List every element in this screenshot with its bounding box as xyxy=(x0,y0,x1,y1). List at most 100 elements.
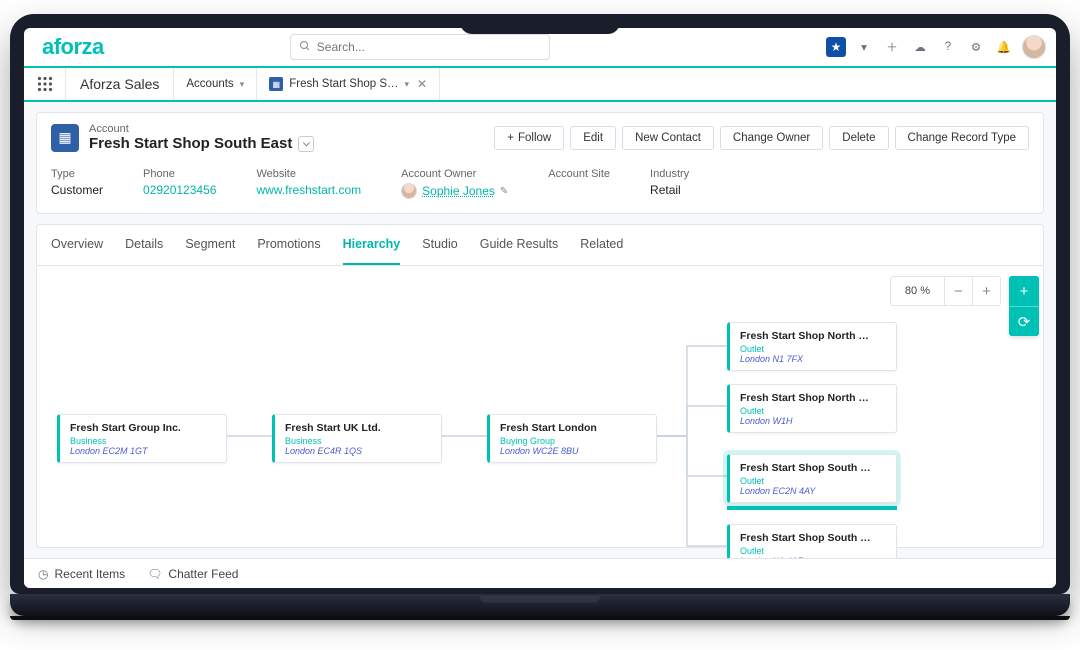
clock-icon: ◷ xyxy=(38,567,48,581)
delete-button[interactable]: Delete xyxy=(829,126,888,150)
tab-related[interactable]: Related xyxy=(580,225,623,265)
field-label-phone: Phone xyxy=(143,168,216,180)
field-value-owner[interactable]: Sophie Jones xyxy=(422,184,495,198)
user-avatar[interactable] xyxy=(1022,35,1046,59)
settings-gear-icon[interactable]: ⚙ xyxy=(966,37,986,57)
node-location: London W1H xyxy=(740,416,886,426)
change-record-type-button[interactable]: Change Record Type xyxy=(895,126,1029,150)
detail-tabs-card: Overview Details Segment Promotions Hier… xyxy=(36,224,1044,548)
change-owner-button[interactable]: Change Owner xyxy=(720,126,823,150)
node-location: London N1 4AZ xyxy=(740,556,886,558)
hierarchy-node[interactable]: Fresh Start UK Ltd. Business London EC4R… xyxy=(272,414,442,463)
node-location: London EC4R 1QS xyxy=(285,446,431,456)
field-label-website: Website xyxy=(256,168,361,180)
salescloud-icon[interactable]: ☁ xyxy=(910,37,930,57)
recent-items-button[interactable]: ◷ Recent Items xyxy=(38,567,125,581)
brand-logo: aforza xyxy=(34,34,112,60)
nav-tab-record[interactable]: ▦ Fresh Start Shop S… ▾ ✕ xyxy=(257,68,440,100)
app-name: Aforza Sales xyxy=(66,68,174,100)
field-label-type: Type xyxy=(51,168,103,180)
hierarchy-icon[interactable]: ⌵ xyxy=(298,136,314,152)
page-title: Fresh Start Shop South East ⌵ xyxy=(89,135,314,152)
chevron-down-icon[interactable]: ▾ xyxy=(405,79,410,90)
plus-icon: + xyxy=(507,132,514,144)
hierarchy-node[interactable]: Fresh Start London Buying Group London W… xyxy=(487,414,657,463)
node-location: London EC2M 1GT xyxy=(70,446,216,456)
zoom-in-button[interactable]: + xyxy=(972,277,1000,305)
account-icon: ▦ xyxy=(269,77,283,91)
tab-overview[interactable]: Overview xyxy=(51,225,103,265)
edit-button[interactable]: Edit xyxy=(570,126,616,150)
search-input[interactable] xyxy=(317,40,541,54)
header-actions: ★ ▾ ＋ ☁ ? ⚙ 🔔 xyxy=(826,35,1046,59)
page-body: ▦ Account Fresh Start Shop South East ⌵ … xyxy=(24,102,1056,558)
node-title: Fresh Start Shop South … xyxy=(740,532,886,544)
node-location: London N1 7FX xyxy=(740,354,886,364)
field-value-website[interactable]: www.freshstart.com xyxy=(256,183,361,197)
hierarchy-tree: Fresh Start Group Inc. Business London E… xyxy=(47,326,1033,547)
field-value-type: Customer xyxy=(51,183,103,197)
tab-hierarchy[interactable]: Hierarchy xyxy=(343,225,401,265)
node-title: Fresh Start Group Inc. xyxy=(70,422,216,434)
field-label-owner: Account Owner xyxy=(401,168,508,180)
utility-bar: ◷ Recent Items 🗨 Chatter Feed xyxy=(24,558,1056,588)
nav-tab-label: Accounts xyxy=(186,78,233,90)
chatter-feed-button[interactable]: 🗨 Chatter Feed xyxy=(147,567,238,581)
help-icon[interactable]: ? xyxy=(938,37,958,57)
hierarchy-node[interactable]: Fresh Start Group Inc. Business London E… xyxy=(57,414,227,463)
node-type: Buying Group xyxy=(500,436,646,446)
highlights-panel: ▦ Account Fresh Start Shop South East ⌵ … xyxy=(36,112,1044,214)
tab-details[interactable]: Details xyxy=(125,225,163,265)
node-type: Outlet xyxy=(740,406,886,416)
chevron-down-icon[interactable]: ▾ xyxy=(240,79,245,90)
record-actions: + Follow Edit New Contact Change Owner D… xyxy=(494,126,1029,150)
account-icon: ▦ xyxy=(51,124,79,152)
record-name: Fresh Start Shop South East xyxy=(89,135,292,152)
zoom-percent: 80 % xyxy=(891,279,944,303)
nav-tab-label: Fresh Start Shop S… xyxy=(289,78,398,90)
zoom-out-button[interactable]: − xyxy=(944,277,972,305)
field-value-industry: Retail xyxy=(650,183,689,197)
close-tab-icon[interactable]: ✕ xyxy=(417,77,427,91)
field-label-industry: Industry xyxy=(650,168,689,180)
follow-button[interactable]: + Follow xyxy=(494,126,564,150)
chat-icon: 🗨 xyxy=(147,567,162,581)
object-label: Account xyxy=(89,123,314,135)
favorites-icon[interactable]: ★ xyxy=(826,37,846,57)
add-node-button[interactable]: + xyxy=(1009,276,1039,306)
hierarchy-node[interactable]: Fresh Start Shop South … Outlet London N… xyxy=(727,524,897,558)
app-nav: Aforza Sales Accounts ▾ ▦ Fresh Start Sh… xyxy=(24,68,1056,102)
node-location: London WC2E 8BU xyxy=(500,446,646,456)
tab-promotions[interactable]: Promotions xyxy=(257,225,320,265)
notifications-bell-icon[interactable]: 🔔 xyxy=(994,37,1014,57)
owner-avatar xyxy=(401,183,417,199)
tab-segment[interactable]: Segment xyxy=(185,225,235,265)
node-type: Outlet xyxy=(740,476,886,486)
hierarchy-node[interactable]: Fresh Start Shop North … Outlet London N… xyxy=(727,322,897,371)
node-type: Outlet xyxy=(740,546,886,556)
nav-tab-accounts[interactable]: Accounts ▾ xyxy=(174,68,257,100)
hierarchy-canvas[interactable]: 80 % − + + ⟳ xyxy=(37,266,1043,547)
add-icon[interactable]: ＋ xyxy=(882,37,902,57)
global-header: aforza ★ ▾ ＋ ☁ ? ⚙ 🔔 xyxy=(24,28,1056,68)
app-launcher-icon[interactable] xyxy=(24,68,66,100)
field-label-site: Account Site xyxy=(548,168,610,180)
tab-studio[interactable]: Studio xyxy=(422,225,457,265)
hierarchy-node[interactable]: Fresh Start Shop North … Outlet London W… xyxy=(727,384,897,433)
node-type: Business xyxy=(70,436,216,446)
field-value-phone[interactable]: 02920123456 xyxy=(143,183,216,197)
node-title: Fresh Start London xyxy=(500,422,646,434)
zoom-control: 80 % − + xyxy=(890,276,1001,306)
edit-owner-icon[interactable]: ✎ xyxy=(500,186,508,197)
node-location: London EC2N 4AY xyxy=(740,486,886,496)
favorites-chevron-down-icon[interactable]: ▾ xyxy=(854,37,874,57)
new-contact-button[interactable]: New Contact xyxy=(622,126,714,150)
tab-guide-results[interactable]: Guide Results xyxy=(480,225,559,265)
node-title: Fresh Start Shop North … xyxy=(740,392,886,404)
node-title: Fresh Start UK Ltd. xyxy=(285,422,431,434)
hierarchy-node-current[interactable]: Fresh Start Shop South … Outlet London E… xyxy=(727,454,897,503)
node-title: Fresh Start Shop North … xyxy=(740,330,886,342)
search-icon xyxy=(299,40,311,55)
global-search[interactable] xyxy=(290,34,550,60)
detail-tabs: Overview Details Segment Promotions Hier… xyxy=(37,225,1043,266)
